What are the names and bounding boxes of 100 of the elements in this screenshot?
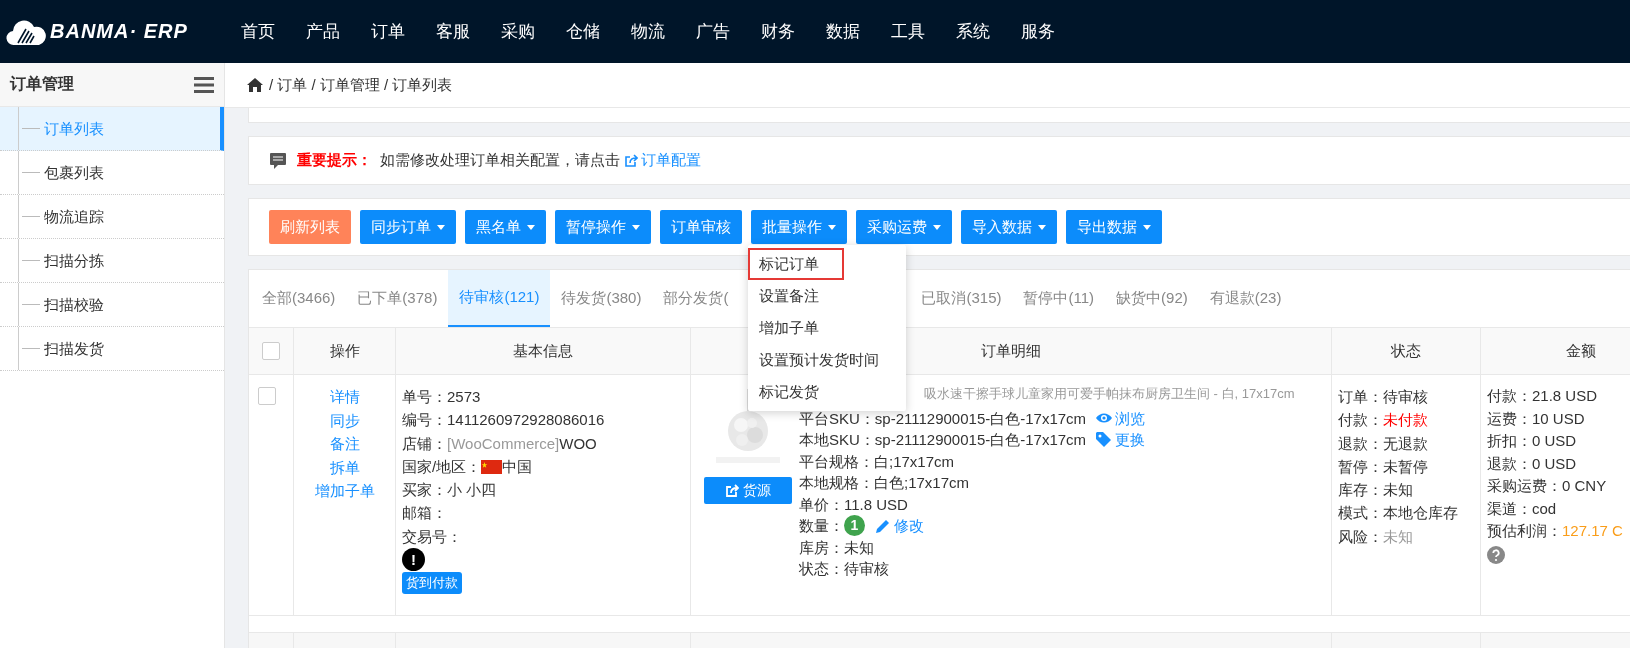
column-header: 基本信息 xyxy=(396,328,691,374)
filter-tab[interactable]: 缺货中(92) xyxy=(1105,270,1199,327)
field-label: 暂停： xyxy=(1338,456,1383,477)
toolbar-button[interactable]: 同步订单 xyxy=(360,210,456,244)
nav-item[interactable]: 广告 xyxy=(680,20,745,43)
tag-icon xyxy=(1096,432,1113,448)
field-label: 本地规格： xyxy=(799,473,874,493)
nav-item[interactable]: 客服 xyxy=(420,20,485,43)
field-label: 买家： xyxy=(402,480,447,501)
toolbar-button[interactable]: 刷新列表 xyxy=(269,210,351,244)
field-value: 未知 xyxy=(1383,480,1413,501)
menu-item[interactable]: 标记订单 xyxy=(748,248,844,280)
sidebar-item[interactable]: 包裹列表 xyxy=(0,151,224,195)
field-value: WOO xyxy=(559,433,597,454)
sidebar-item[interactable]: 物流追踪 xyxy=(0,195,224,239)
nav-item[interactable]: 数据 xyxy=(810,20,875,43)
field-value: 中国 xyxy=(502,456,533,477)
nav-item[interactable]: 工具 xyxy=(875,20,940,43)
filter-tab[interactable]: 已下单(378) xyxy=(346,270,449,327)
field-label: 平台SKU： xyxy=(799,408,875,429)
sidebar-item[interactable]: 订单列表 xyxy=(0,107,224,151)
nav-item[interactable]: 服务 xyxy=(1005,20,1070,43)
menu-item[interactable]: 设置预计发货时间 xyxy=(748,344,906,376)
nav-item[interactable]: 系统 xyxy=(940,20,1005,43)
field-value: 0 CNY xyxy=(1562,476,1607,496)
source-button[interactable]: 货源 xyxy=(704,477,792,504)
breadcrumb: / 订单 / 订单管理 / 订单列表 xyxy=(269,75,453,95)
menu-icon xyxy=(194,76,214,93)
field-label: 渠道： xyxy=(1487,498,1532,519)
field-value: 127.17 C xyxy=(1562,521,1623,541)
sidebar-item[interactable]: 扫描分拣 xyxy=(0,239,224,283)
filter-tab[interactable]: 待审核(121) xyxy=(448,270,551,327)
notice-title: 重要提示： xyxy=(297,151,372,170)
filter-tab[interactable]: 暂停中(11) xyxy=(1012,270,1106,327)
field-label: 状态： xyxy=(799,559,844,579)
quantity-badge: 1 xyxy=(844,515,865,537)
menu-item[interactable]: 标记发货 xyxy=(748,376,906,408)
action-link[interactable]: 备注 xyxy=(329,432,360,456)
toolbar-button[interactable]: 黑名单 xyxy=(465,210,546,244)
toolbar-button[interactable]: 导入数据 xyxy=(961,210,1057,244)
column-header: 金额 xyxy=(1565,340,1597,361)
filter-tab[interactable]: 有退款(23) xyxy=(1198,270,1293,327)
field-label: 库房： xyxy=(799,537,844,558)
filter-tab[interactable]: 待发货(380) xyxy=(550,270,653,327)
detail-link[interactable]: 修改 xyxy=(875,515,924,537)
filter-tab[interactable]: 全部(3466) xyxy=(251,270,347,327)
field-label: 国家/地区： xyxy=(402,456,482,477)
toolbar-button[interactable]: 采购运费 xyxy=(856,210,952,244)
field-value: 未暂停 xyxy=(1383,456,1428,477)
action-link[interactable]: 增加子单 xyxy=(314,479,375,503)
field-label: 交易号： xyxy=(402,526,462,547)
payment-badge: 货到付款 xyxy=(402,572,462,595)
brand-name: BANMA· ERP xyxy=(50,20,188,43)
select-all-checkbox[interactable] xyxy=(262,342,280,360)
action-link[interactable]: 详情 xyxy=(329,385,360,409)
column-header: 状态 xyxy=(1332,328,1481,374)
nav-item[interactable]: 产品 xyxy=(290,20,355,43)
toolbar-button[interactable]: 暂停操作 xyxy=(555,210,651,244)
field-label: 编号： xyxy=(402,410,447,431)
sidebar-item[interactable]: 扫描校验 xyxy=(0,283,224,327)
toolbar-button[interactable]: 导出数据 xyxy=(1066,210,1162,244)
field-value: 未知 xyxy=(1383,526,1413,547)
field-label: 数量： xyxy=(799,516,844,536)
action-link[interactable]: 拆单 xyxy=(329,455,360,479)
field-label: 折扣： xyxy=(1487,431,1532,451)
comment-icon xyxy=(269,151,287,170)
field-label: 预估利润： xyxy=(1487,521,1562,541)
notice-text: 如需修改处理订单相关配置，请点击 xyxy=(380,151,620,170)
field-label: 采购运费： xyxy=(1487,476,1562,496)
field-value: 0 USD xyxy=(1532,431,1577,451)
field-value: 未知 xyxy=(844,537,874,558)
field-label: 本地SKU： xyxy=(799,430,875,450)
field-label: 平台规格： xyxy=(799,451,874,472)
field-label: 付款： xyxy=(1487,386,1532,406)
field-value: sp-21112900015-白色-17x17cm xyxy=(874,430,1087,450)
menu-item[interactable]: 设置备注 xyxy=(748,280,906,312)
nav-item[interactable]: 财务 xyxy=(745,20,810,43)
config-link[interactable]: 订单配置 xyxy=(624,151,701,170)
field-label: 付款： xyxy=(1338,410,1383,431)
nav-item[interactable]: 首页 xyxy=(225,20,290,43)
share-icon xyxy=(624,153,638,168)
field-label: 模式： xyxy=(1338,503,1383,524)
filter-tab[interactable]: 已取消(315) xyxy=(910,270,1013,327)
nav-item[interactable]: 物流 xyxy=(615,20,680,43)
field-value: sp-21112900015-白色-17x17cm xyxy=(874,408,1087,429)
row-checkbox[interactable] xyxy=(258,387,276,405)
nav-item[interactable]: 订单 xyxy=(355,20,420,43)
action-link[interactable]: 同步 xyxy=(329,408,360,432)
nav-item[interactable]: 仓储 xyxy=(550,20,615,43)
field-label: 订单： xyxy=(1338,387,1383,407)
detail-link[interactable]: 更换 xyxy=(1096,429,1146,451)
toolbar-button[interactable]: 批量操作 xyxy=(751,210,847,244)
field-value: 待审核 xyxy=(1383,387,1428,407)
field-label: 风险： xyxy=(1338,526,1383,547)
detail-link[interactable]: 浏览 xyxy=(1096,407,1146,429)
sidebar-item[interactable]: 扫描发货 xyxy=(0,327,224,371)
toolbar-button[interactable]: 订单审核 xyxy=(660,210,742,244)
field-value: 白色;17x17cm xyxy=(874,473,970,493)
nav-item[interactable]: 采购 xyxy=(485,20,550,43)
field-label: 库存： xyxy=(1338,480,1383,501)
